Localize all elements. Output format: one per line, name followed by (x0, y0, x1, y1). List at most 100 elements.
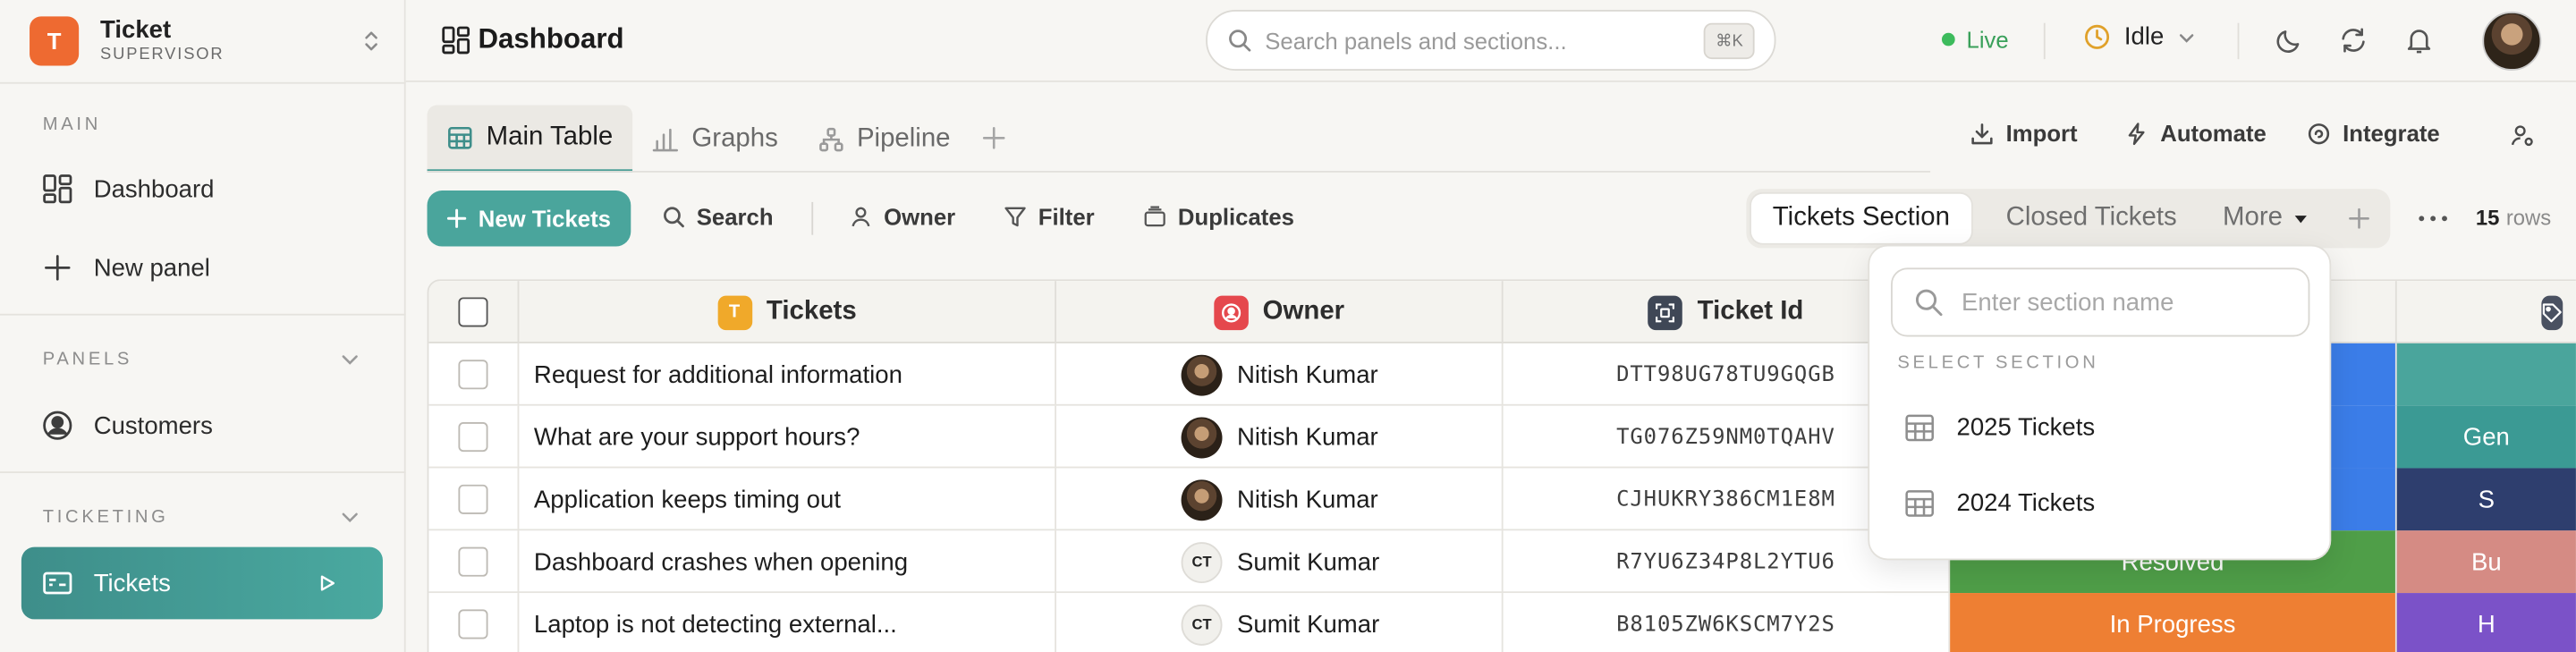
section-switcher: Tickets Section Closed Tickets More (1746, 189, 2391, 249)
owner-cell[interactable]: Nitish Kumar (1056, 405, 1504, 469)
tab-main-table[interactable]: Main Table (427, 105, 633, 173)
row-checkbox[interactable] (458, 484, 488, 514)
tag-cell[interactable] (2396, 343, 2576, 406)
column-header-tickets[interactable]: T Tickets (519, 281, 1056, 343)
owner-avatar: CT (1181, 603, 1223, 645)
sidebar-divider (0, 471, 406, 473)
dashboard-grid-icon (440, 24, 471, 55)
row-checkbox[interactable] (458, 546, 488, 577)
tag-cell[interactable]: S (2396, 468, 2576, 531)
sidebar: T Ticket SUPERVISOR MAIN Dashboard New p… (0, 0, 406, 652)
ticket-title-cell[interactable]: Laptop is not detecting external... (519, 593, 1056, 652)
section-name-input[interactable] (1962, 288, 2291, 317)
select-all-checkbox[interactable] (458, 297, 488, 327)
user-avatar[interactable] (2482, 11, 2542, 71)
user-settings-icon[interactable] (2510, 123, 2535, 148)
owner-cell[interactable]: CT Sumit Kumar (1056, 530, 1504, 594)
column-type-text-icon: T (716, 294, 752, 330)
live-dot (1941, 32, 1955, 47)
page-title-text: Dashboard (478, 22, 624, 55)
section-tab-more[interactable]: More (2201, 194, 2330, 243)
ticket-title-cell[interactable]: Application keeps timing out (519, 468, 1056, 531)
sidebar-item-label: Dashboard (93, 174, 215, 203)
column-label: Ticket Id (1697, 297, 1804, 326)
search-icon (1914, 287, 1944, 317)
owner-name: Sumit Kumar (1237, 610, 1380, 639)
filter-button[interactable]: Filter (1004, 204, 1095, 230)
integrate-icon (2307, 121, 2332, 146)
tag-cell[interactable]: Gen (2396, 405, 2576, 469)
play-triangle-icon (317, 573, 336, 593)
status-dropdown[interactable]: Idle (2083, 23, 2197, 51)
owner-cell[interactable]: Nitish Kumar (1056, 468, 1504, 531)
chevron-down-icon[interactable] (338, 506, 361, 529)
ticket-title-cell[interactable]: Dashboard crashes when opening (519, 530, 1056, 594)
status-cell[interactable]: In Progress (1950, 593, 2397, 652)
column-label: Tickets (766, 297, 857, 326)
column-header-owner[interactable]: Owner (1056, 281, 1504, 343)
sidebar-item-customers[interactable]: Customers (21, 393, 383, 458)
add-tab-plus-icon[interactable] (980, 125, 1006, 151)
chevron-down-icon[interactable] (338, 348, 361, 371)
global-search[interactable]: ⌘K (1206, 10, 1776, 71)
more-dots-icon[interactable] (2419, 216, 2448, 222)
ticket-title-cell[interactable]: What are your support hours? (519, 405, 1056, 469)
page-title: Dashboard (440, 22, 624, 56)
moon-icon[interactable] (2274, 25, 2305, 56)
integrate-button[interactable]: Integrate (2307, 120, 2440, 146)
section-option-2024[interactable]: 2024 Tickets (1891, 470, 2309, 535)
tab-pipeline[interactable]: Pipeline (798, 106, 970, 173)
id-scan-icon (1648, 294, 1683, 330)
tag-cell[interactable]: H (2396, 593, 2576, 652)
add-section-plus-icon[interactable] (2348, 207, 2371, 230)
sidebar-item-tickets[interactable]: Tickets (21, 546, 383, 620)
sidebar-item-new-panel[interactable]: New panel (21, 235, 383, 301)
tag-cell[interactable]: Bu (2396, 530, 2576, 594)
section-option-2025[interactable]: 2025 Tickets (1891, 394, 2309, 460)
table-icon (447, 124, 473, 150)
owner-cell[interactable]: Nitish Kumar (1056, 343, 1504, 406)
ticket-title-cell[interactable]: Request for additional information (519, 343, 1056, 406)
table-row[interactable]: Laptop is not detecting external... CT Sum… (428, 593, 2576, 652)
owner-cell[interactable]: CT Sumit Kumar (1056, 593, 1504, 652)
automate-button[interactable]: Automate (2124, 120, 2267, 146)
sidebar-divider (0, 313, 406, 316)
rows-count-value: 15 (2475, 205, 2500, 231)
sidebar-item-dashboard[interactable]: Dashboard (21, 156, 383, 221)
live-indicator: Live (1941, 26, 2009, 53)
owner-avatar (1181, 416, 1223, 458)
row-checkbox[interactable] (458, 609, 488, 639)
column-label: Owner (1262, 297, 1345, 326)
row-checkbox[interactable] (458, 422, 488, 453)
import-label: Import (2005, 120, 2078, 147)
search-input[interactable] (1265, 27, 1692, 54)
section-search[interactable] (1891, 267, 2310, 337)
search-icon (1227, 28, 1252, 53)
owner-filter-button[interactable]: Owner (850, 203, 956, 231)
row-checkbox[interactable] (458, 360, 488, 390)
bar-chart-icon (652, 126, 679, 152)
tab-graphs[interactable]: Graphs (632, 106, 798, 173)
row-select-cell (428, 405, 520, 469)
bell-icon[interactable] (2403, 25, 2435, 56)
tab-label: Pipeline (856, 123, 951, 152)
chevron-down-icon (2177, 27, 2197, 47)
tag-icon (2541, 294, 2563, 330)
user-circle-icon (41, 409, 74, 442)
duplicates-button[interactable]: Duplicates (1143, 204, 1294, 230)
ticket-id-cell[interactable]: B8105ZW6KSCM7Y2S (1504, 593, 1951, 652)
chevron-updown-icon[interactable] (361, 30, 381, 53)
owner-avatar: CT (1181, 541, 1223, 583)
new-tickets-button[interactable]: New Tickets (427, 191, 631, 247)
sidebar-divider (0, 81, 406, 84)
header-select-cell (428, 281, 520, 343)
workspace-switcher[interactable]: T Ticket SUPERVISOR (30, 16, 391, 66)
sidebar-item-label: Customers (93, 411, 213, 440)
refresh-icon[interactable] (2338, 25, 2369, 56)
import-button[interactable]: Import (1970, 120, 2078, 147)
section-tab-tickets-section[interactable]: Tickets Section (1750, 193, 1971, 243)
search-button[interactable]: Search (662, 204, 774, 230)
section-tab-closed-tickets[interactable]: Closed Tickets (1985, 194, 2199, 243)
owner-label: Owner (884, 203, 956, 231)
column-header-tag[interactable] (2397, 281, 2576, 343)
